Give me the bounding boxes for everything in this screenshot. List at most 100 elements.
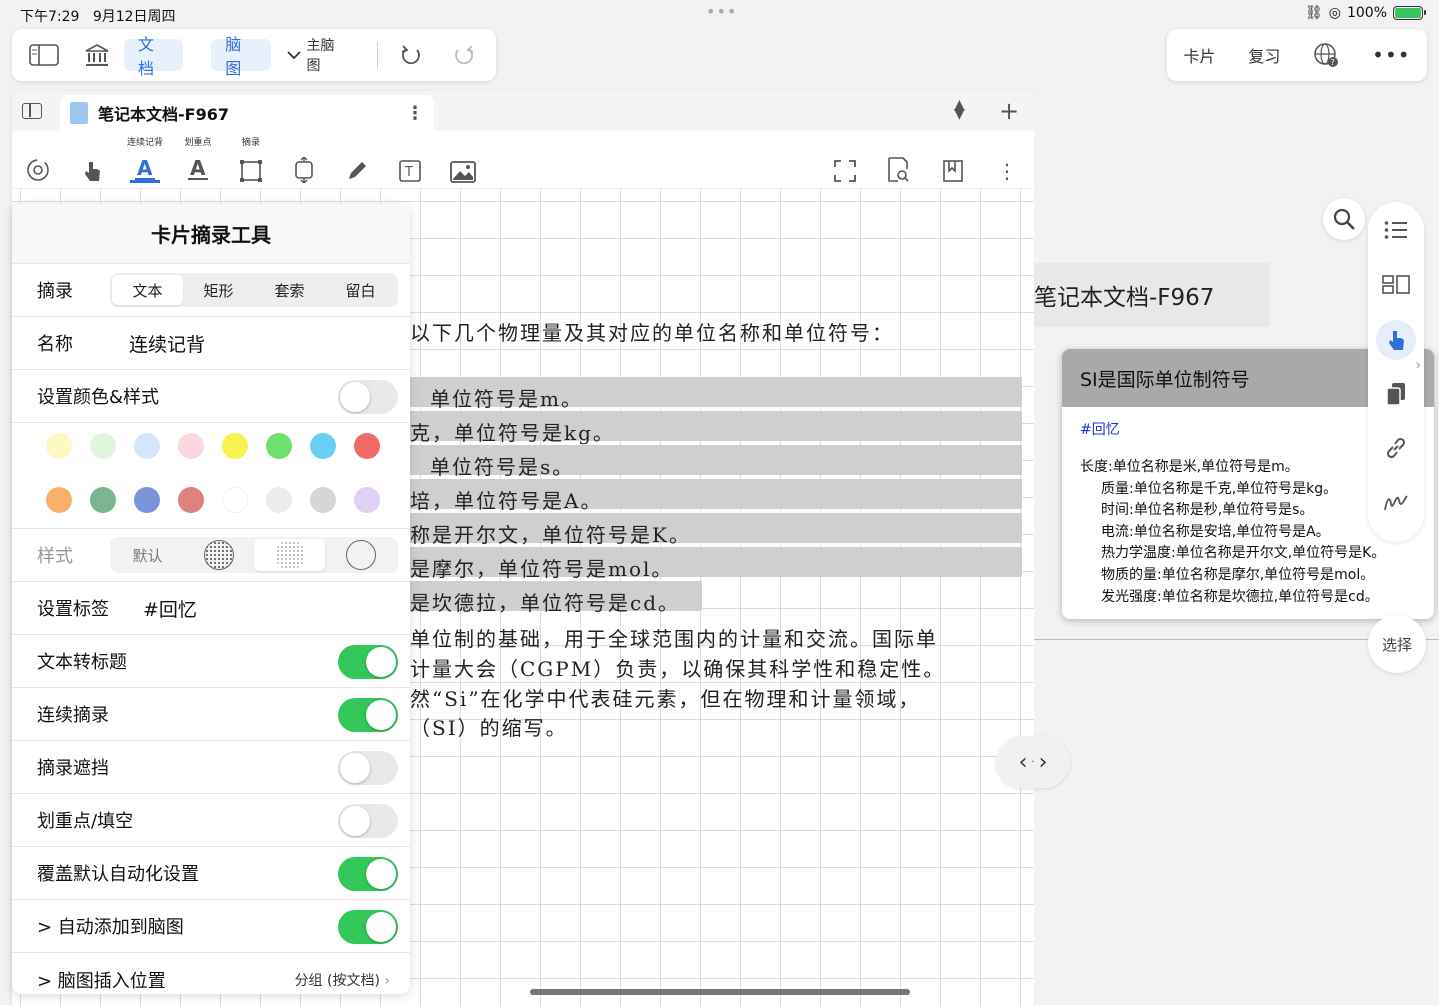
color-swatch[interactable] [301, 433, 345, 465]
add-tab-icon[interactable]: + [999, 97, 1019, 125]
doc-tab-button[interactable]: 文档 [124, 35, 184, 78]
bookmark-icon[interactable] [933, 143, 973, 183]
color-palette [12, 423, 410, 529]
redo-icon[interactable] [445, 37, 484, 73]
color-dot [222, 486, 248, 513]
setting-highlight-cloze: 划重点/填空 [12, 794, 410, 847]
color-swatch[interactable] [37, 486, 81, 519]
color-dot [310, 433, 336, 459]
text-box-icon[interactable]: T [390, 143, 430, 183]
doc-text-line: 是摩尔，单位符号是mol。 [410, 557, 674, 581]
location-icon: ◎ [1328, 5, 1341, 21]
multitask-dots-icon[interactable]: ••• [706, 2, 737, 21]
pen-icon[interactable] [337, 143, 377, 183]
svg-text:A: A [190, 157, 206, 180]
undo-icon[interactable] [392, 37, 431, 73]
cards-button[interactable]: 卡片 [1183, 43, 1215, 67]
setting-toggle[interactable] [338, 645, 398, 679]
doc-text-line: 计量大会（CGPM）负责，以确保其科学性和稳定性。 [410, 657, 946, 681]
chevron-right-icon[interactable]: › [1415, 355, 1421, 374]
split-drag-handle[interactable]: ‹ · › [996, 736, 1070, 788]
mindmap-area[interactable]: 笔记本文档-F967 SI是国际单位制符号 #回忆 长度:单位名称是米,单位符号… [1034, 91, 1439, 1005]
color-swatch[interactable] [213, 433, 257, 465]
copy-icon[interactable] [1376, 374, 1416, 414]
scribble-icon[interactable] [1376, 482, 1416, 522]
excerpt-mode-rect[interactable]: 矩形 [183, 275, 254, 305]
style-segmented: 默认 [110, 537, 398, 573]
color-swatch[interactable] [81, 486, 125, 519]
setting-toggle[interactable] [338, 857, 398, 891]
color-swatch[interactable] [169, 486, 213, 519]
insert-pos-value: 分组 (按文档) › [294, 972, 390, 989]
excerpt-mode-lasso[interactable]: 套索 [254, 275, 325, 305]
color-swatch[interactable] [125, 433, 169, 465]
color-swatch[interactable] [169, 433, 213, 465]
color-style-toggle[interactable] [338, 380, 398, 414]
search-icon[interactable] [1323, 198, 1365, 240]
pointer-hand-icon[interactable] [72, 143, 112, 183]
excerpt-tool[interactable]: 摘录 [231, 138, 271, 183]
color-swatch[interactable] [301, 486, 345, 519]
style-outline-option[interactable] [325, 539, 396, 571]
color-swatch[interactable] [213, 486, 257, 519]
home-indicator[interactable] [530, 989, 910, 995]
setting-toggle[interactable] [338, 698, 398, 732]
tag-label: 设置标签 [37, 599, 109, 620]
library-icon[interactable] [77, 37, 116, 73]
layout-icon[interactable] [1376, 264, 1416, 304]
color-swatch[interactable] [257, 486, 301, 519]
style-light-dotted-option[interactable] [254, 539, 325, 571]
setting-toggle[interactable] [338, 804, 398, 838]
review-button[interactable]: 复习 [1248, 43, 1280, 67]
style-default[interactable]: 默认 [112, 539, 183, 571]
excerpt-label: 摘录 [37, 281, 73, 302]
tab-more-icon[interactable]: ⋮ [406, 103, 424, 124]
color-swatch[interactable] [37, 433, 81, 465]
mindmap-selector[interactable]: 主脑图 [286, 35, 347, 75]
sort-icon[interactable]: ▲ ▼ [954, 98, 965, 121]
document-tab[interactable]: 笔记本文档-F967 ⋮ [60, 95, 434, 131]
doc-text-line: 培，单位符号是A。 [410, 489, 603, 513]
image-icon[interactable] [443, 143, 483, 183]
select-button[interactable]: 选择 [1368, 615, 1426, 673]
continuous-memorize-tool[interactable]: 连续记背 A [125, 138, 165, 183]
document-search-icon[interactable] [878, 143, 918, 183]
color-swatch[interactable] [81, 433, 125, 465]
card-line: 热力学温度:单位名称是开尔文,单位符号是K。 [1101, 545, 1386, 562]
more-vertical-icon[interactable]: ⋮ [987, 143, 1027, 183]
svg-text:T: T [404, 165, 413, 180]
split-view-icon[interactable] [22, 103, 42, 119]
mindmap-insert-position-row[interactable]: > 脑图插入位置 分组 (按文档) › [12, 953, 410, 994]
pointer-hand-icon[interactable] [1376, 320, 1416, 360]
mindmap-tab-button[interactable]: 脑图 [211, 35, 271, 78]
sync-settings-icon[interactable] [18, 143, 58, 183]
link-icon[interactable] [1376, 428, 1416, 468]
sidebar-toggle-icon[interactable] [24, 37, 63, 73]
color-swatch[interactable] [125, 486, 169, 519]
setting-toggle[interactable] [338, 910, 398, 944]
style-dotted-option[interactable] [183, 539, 254, 571]
setting-toggle[interactable] [338, 751, 398, 785]
more-icon[interactable]: ••• [1372, 43, 1410, 67]
excerpt-mode-blank[interactable]: 留白 [325, 275, 396, 305]
underline-a-icon: A [188, 157, 208, 180]
color-dot [90, 433, 116, 459]
doc-text-line: 单位符号是s。 [430, 455, 575, 479]
mindmap-root-node[interactable]: 笔记本文档-F967 [1034, 263, 1270, 327]
continuous-tool-caption: 连续记背 [126, 138, 163, 148]
style-label: 样式 [37, 546, 73, 567]
highlight-tool[interactable]: 划重点 A [178, 138, 218, 183]
name-row[interactable]: 名称 连续记背 [12, 317, 410, 370]
color-swatch[interactable] [257, 433, 301, 465]
fullscreen-icon[interactable] [825, 143, 865, 183]
resize-frame-icon[interactable] [284, 143, 324, 183]
color-swatch[interactable] [345, 486, 389, 519]
web-help-icon[interactable]: ? [1313, 42, 1339, 68]
notebook-icon [70, 102, 88, 124]
svg-text:A: A [137, 157, 153, 180]
setting-auto-add-mindmap: > 自动添加到脑图 [12, 900, 410, 953]
excerpt-mode-text[interactable]: 文本 [112, 275, 183, 305]
list-icon[interactable] [1376, 210, 1416, 250]
tag-row[interactable]: 设置标签 #回忆 [12, 582, 410, 635]
color-swatch[interactable] [345, 433, 389, 465]
